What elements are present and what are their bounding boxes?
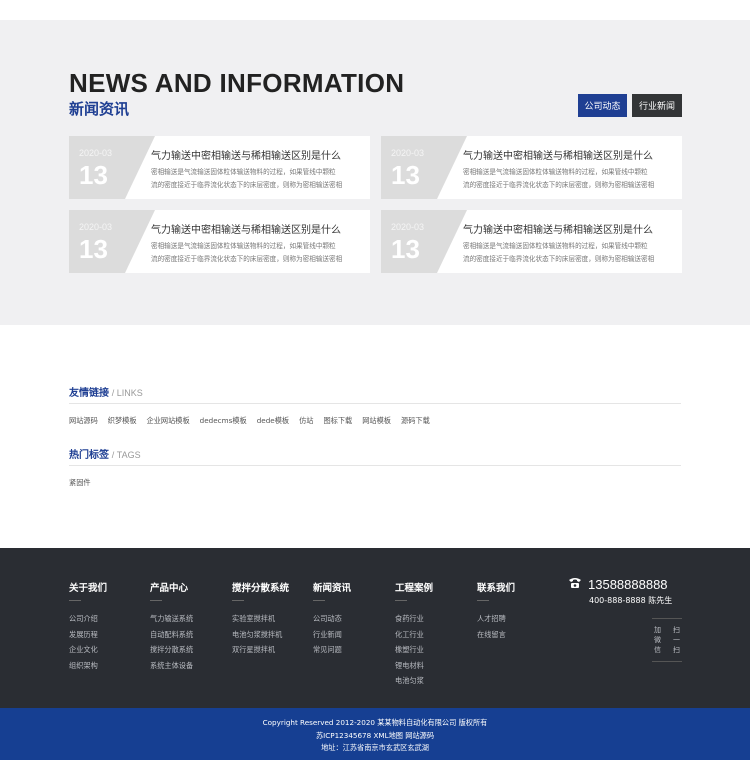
news-card-title[interactable]: 气力输送中密相输送与稀相输送区别是什么 bbox=[151, 147, 341, 162]
footer-column-heading[interactable]: 联系我们 bbox=[477, 580, 515, 594]
tags-list: 紧固件 bbox=[69, 478, 91, 488]
footer-link[interactable]: 人才招聘 bbox=[477, 611, 515, 627]
footer-link[interactable]: 橡塑行业 bbox=[395, 642, 433, 658]
footer-link[interactable]: 发展历程 bbox=[69, 627, 107, 643]
links-list: 网站源码 织梦模板 企业网站模板 dedecms模板 dede模板 仿站 图标下… bbox=[69, 416, 430, 426]
news-card-desc: 密相输送是气流输送固体粒体输送物料的过程，如果管线中颗粒 流的密度接近于临界流化… bbox=[463, 168, 655, 189]
tags-heading: 热门标签 / TAGS bbox=[69, 450, 141, 461]
footer-column-contact: 联系我们 人才招聘 在线留言 bbox=[477, 580, 515, 642]
footer-column-mixing: 搅拌分散系统 实验室搅拌机 电池匀浆搅拌机 双行星搅拌机 bbox=[232, 580, 289, 658]
phone-icon bbox=[568, 577, 582, 592]
footer-column-heading[interactable]: 新闻资讯 bbox=[313, 580, 351, 594]
footer-link[interactable]: 实验室搅拌机 bbox=[232, 611, 289, 627]
footer-column-heading[interactable]: 产品中心 bbox=[150, 580, 193, 594]
link-item[interactable]: 网站源码 bbox=[69, 416, 98, 426]
news-card-title[interactable]: 气力输送中密相输送与稀相输送区别是什么 bbox=[463, 147, 653, 162]
tab-industry-news[interactable]: 行业新闻 bbox=[632, 94, 682, 117]
news-date-month: 2020-03 bbox=[391, 222, 425, 232]
footer-link[interactable]: 食药行业 bbox=[395, 611, 433, 627]
tag-item[interactable]: 紧固件 bbox=[69, 478, 91, 488]
footer-column-products: 产品中心 气力输送系统 自动配料系统 搅拌分散系统 系统主体设备 bbox=[150, 580, 193, 673]
link-item[interactable]: dedecms模板 bbox=[200, 416, 247, 426]
footer-link[interactable]: 电池匀浆 bbox=[395, 673, 433, 689]
copyright-line: Copyright Reserved 2012-2020 某某物料自动化有限公司… bbox=[262, 718, 488, 727]
footer-link[interactable]: 企业文化 bbox=[69, 642, 107, 658]
footer-phone-block: 13588888888 400-888-8888 陈先生 bbox=[568, 577, 672, 606]
news-date-day: 13 bbox=[391, 234, 420, 264]
footer-column-about: 关于我们 公司介绍 发展历程 企业文化 组织架构 bbox=[69, 580, 107, 673]
footer-link[interactable]: 化工行业 bbox=[395, 627, 433, 643]
footer-link[interactable]: 在线留言 bbox=[477, 627, 515, 643]
link-item[interactable]: 企业网站模板 bbox=[147, 416, 190, 426]
footer-link[interactable]: 自动配料系统 bbox=[150, 627, 193, 643]
link-item[interactable]: 仿站 bbox=[299, 416, 313, 426]
footer-link[interactable]: 组织架构 bbox=[69, 658, 107, 674]
link-item[interactable]: 网站模板 bbox=[362, 416, 391, 426]
icp-line[interactable]: 苏ICP12345678 XML地图 网站源码 bbox=[0, 730, 750, 743]
news-date-day: 13 bbox=[79, 234, 108, 264]
tags-divider bbox=[69, 465, 681, 466]
news-section: NEWS AND INFORMATION 新闻资讯 公司动态 行业新闻 2020… bbox=[0, 20, 750, 325]
footer-link[interactable]: 电池匀浆搅拌机 bbox=[232, 627, 289, 643]
news-date-month: 2020-03 bbox=[79, 222, 113, 232]
news-date-month: 2020-03 bbox=[391, 148, 425, 158]
news-card-desc: 密相输送是气流输送固体粒体输送物料的过程，如果管线中颗粒 流的密度接近于临界流化… bbox=[151, 242, 343, 263]
tab-company-news[interactable]: 公司动态 bbox=[578, 94, 627, 117]
copyright-bar: Copyright Reserved 2012-2020 某某物料自动化有限公司… bbox=[0, 708, 750, 760]
link-item[interactable]: 源码下载 bbox=[401, 416, 430, 426]
news-title-en: NEWS AND INFORMATION bbox=[69, 68, 405, 98]
footer-link[interactable]: 行业新闻 bbox=[313, 627, 351, 643]
news-card-desc: 密相输送是气流输送固体粒体输送物料的过程，如果管线中颗粒 流的密度接近于临界流化… bbox=[151, 168, 343, 189]
link-item[interactable]: dede模板 bbox=[257, 416, 289, 426]
footer: 关于我们 公司介绍 发展历程 企业文化 组织架构 产品中心 气力输送系统 自动配… bbox=[0, 548, 750, 708]
footer-link[interactable]: 公司动态 bbox=[313, 611, 351, 627]
footer-column-cases: 工程案例 食药行业 化工行业 橡塑行业 锂电材料 电池匀浆 bbox=[395, 580, 433, 689]
news-card-title[interactable]: 气力输送中密相输送与稀相输送区别是什么 bbox=[151, 221, 341, 236]
footer-column-heading[interactable]: 关于我们 bbox=[69, 580, 107, 594]
footer-column-heading[interactable]: 搅拌分散系统 bbox=[232, 580, 289, 594]
footer-link[interactable]: 双行星搅拌机 bbox=[232, 642, 289, 658]
news-card-title[interactable]: 气力输送中密相输送与稀相输送区别是什么 bbox=[463, 221, 653, 236]
footer-link[interactable]: 搅拌分散系统 bbox=[150, 642, 193, 658]
footer-column-heading[interactable]: 工程案例 bbox=[395, 580, 433, 594]
footer-column-news: 新闻资讯 公司动态 行业新闻 常见问题 bbox=[313, 580, 351, 658]
news-date-day: 13 bbox=[391, 160, 420, 190]
news-card-desc: 密相输送是气流输送固体粒体输送物料的过程，如果管线中颗粒 流的密度接近于临界流化… bbox=[463, 242, 655, 263]
link-item[interactable]: 织梦模板 bbox=[108, 416, 137, 426]
news-card[interactable]: 2020-03 13 气力输送中密相输送与稀相输送区别是什么 密相输送是气流输送… bbox=[69, 136, 370, 199]
news-card[interactable]: 2020-03 13 气力输送中密相输送与稀相输送区别是什么 密相输送是气流输送… bbox=[69, 210, 370, 273]
phone-number: 13588888888 bbox=[588, 577, 668, 592]
footer-link[interactable]: 锂电材料 bbox=[395, 658, 433, 674]
footer-link[interactable]: 常见问题 bbox=[313, 642, 351, 658]
wechat-qr-hint: 加 微 信 扫 一 扫 bbox=[652, 618, 682, 662]
news-date-month: 2020-03 bbox=[79, 148, 113, 158]
footer-link[interactable]: 系统主体设备 bbox=[150, 658, 193, 674]
phone-secondary: 400-888-8888 陈先生 bbox=[589, 596, 673, 605]
link-item[interactable]: 图标下载 bbox=[323, 416, 352, 426]
address-line: 地址：江苏省南京市玄武区玄武湖 bbox=[321, 743, 429, 752]
links-divider bbox=[69, 403, 681, 404]
footer-link[interactable]: 气力输送系统 bbox=[150, 611, 193, 627]
news-title-cn: 新闻资讯 bbox=[69, 101, 130, 118]
news-card[interactable]: 2020-03 13 气力输送中密相输送与稀相输送区别是什么 密相输送是气流输送… bbox=[381, 136, 682, 199]
footer-link[interactable]: 公司介绍 bbox=[69, 611, 107, 627]
links-heading: 友情链接 / LINKS bbox=[69, 388, 143, 399]
news-card[interactable]: 2020-03 13 气力输送中密相输送与稀相输送区别是什么 密相输送是气流输送… bbox=[381, 210, 682, 273]
news-date-day: 13 bbox=[79, 160, 108, 190]
